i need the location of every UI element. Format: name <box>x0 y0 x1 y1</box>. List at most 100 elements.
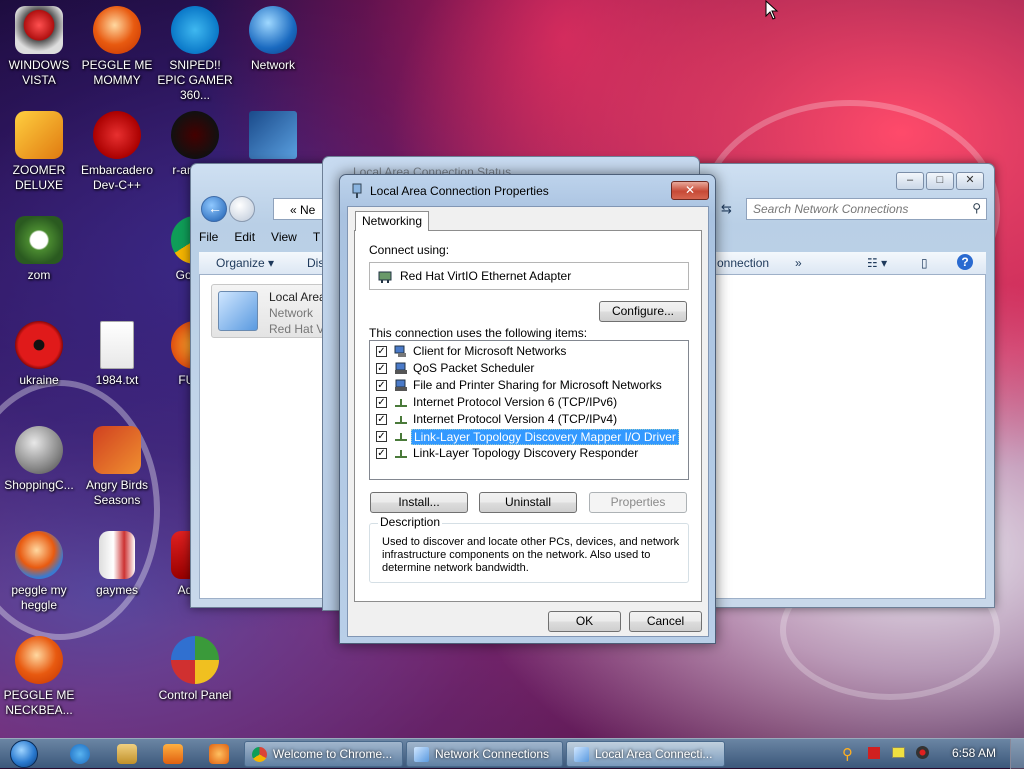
desktop-icon-label: ZOOMER DELUXE <box>12 163 66 192</box>
monitor-tray-icon[interactable] <box>892 747 905 758</box>
desktop-icon-shoppingc[interactable]: ShoppingC... <box>0 426 78 493</box>
flower-icon <box>15 216 63 264</box>
maximize-button[interactable]: □ <box>926 172 954 190</box>
organize-button[interactable]: Organize ▾ <box>216 256 274 270</box>
network-service-icon <box>394 379 408 392</box>
desktop-icon-peggle-me-neckbea[interactable]: PEGGLE ME NECKBEA... <box>0 636 78 718</box>
item-checkbox[interactable]: ✓ <box>376 414 387 425</box>
desktop-icon-peggle-my-heggle[interactable]: peggle my heggle <box>0 531 78 613</box>
desktop-icon-control-panel[interactable]: Control Panel <box>156 636 234 703</box>
configure-button[interactable]: Configure... <box>599 301 687 322</box>
show-desktop-button[interactable] <box>1010 739 1024 769</box>
local-area-connection-item[interactable]: Local Area Network Red Hat Vi <box>211 284 329 338</box>
menu-tools[interactable]: T <box>313 230 320 244</box>
item-checkbox[interactable]: ✓ <box>376 363 387 374</box>
chrome-icon <box>252 747 267 762</box>
network-globe-icon <box>249 6 297 54</box>
uninstall-button[interactable]: Uninstall <box>479 492 577 513</box>
desktop-icon-label: SNIPED!! EPIC GAMER 360... <box>157 58 233 102</box>
text-file-icon <box>100 321 134 369</box>
address-text: « Ne <box>290 203 316 217</box>
start-button[interactable] <box>4 739 44 769</box>
system-tray: ⚲ 6:58 AM <box>824 739 1024 769</box>
file-explorer-icon[interactable] <box>117 744 137 764</box>
desktop-icon-sniped[interactable]: SNIPED!! EPIC GAMER 360... <box>156 6 234 103</box>
folder-icon <box>99 531 135 579</box>
peggle-icon <box>15 636 63 684</box>
tab-networking[interactable]: Networking <box>355 211 430 231</box>
forward-button[interactable] <box>229 196 255 222</box>
task-label: Network Connections <box>435 747 550 761</box>
desktop-icon-angry-birds[interactable]: Angry Birds Seasons <box>78 426 156 508</box>
desktop-icon-dev-cpp[interactable]: Embarcadero Dev-C++ <box>78 111 156 193</box>
dialog-title: Local Area Connection Properties <box>370 184 549 198</box>
connection-button[interactable]: onnection <box>717 256 769 270</box>
view-options-icon[interactable]: ☷ ▾ <box>867 256 887 270</box>
refresh-icon[interactable]: ⇆ <box>721 201 732 217</box>
network-connection-icon <box>574 747 589 762</box>
desktop-icon-label: peggle my heggle <box>11 583 67 612</box>
item-checkbox[interactable]: ✓ <box>376 380 387 391</box>
item-checkbox[interactable]: ✓ <box>376 448 387 459</box>
desktop-icon-zoomer-deluxe[interactable]: ZOOMER DELUXE <box>0 111 78 193</box>
list-item[interactable]: ✓ Link-Layer Topology Discovery Responde… <box>370 445 688 462</box>
list-item[interactable]: ✓ QoS Packet Scheduler <box>370 360 688 377</box>
app-launcher-icon[interactable] <box>209 744 229 764</box>
more-commands-button[interactable]: » <box>795 256 802 270</box>
desktop-icon-peggle-me-mommy[interactable]: PEGGLE ME MOMMY <box>78 6 156 88</box>
networking-tab-panel: Connect using: Red Hat VirtIO Ethernet A… <box>354 230 702 602</box>
local-area-connection-properties-dialog[interactable]: Local Area Connection Properties ✕ Netwo… <box>339 174 716 644</box>
help-icon[interactable]: ? <box>957 254 973 270</box>
item-checkbox[interactable]: ✓ <box>376 431 387 442</box>
cancel-button[interactable]: Cancel <box>629 611 702 632</box>
desktop-icon-label: ukraine <box>19 373 59 387</box>
game-icon <box>171 111 219 159</box>
flag-icon[interactable] <box>868 747 880 759</box>
taskbar-chrome[interactable]: Welcome to Chrome... <box>244 741 403 767</box>
volume-icon[interactable] <box>916 746 929 759</box>
internet-explorer-icon[interactable] <box>70 744 90 764</box>
connection-device: Red Hat Vi <box>269 322 327 336</box>
monitor-icon <box>249 111 297 159</box>
desktop-icon-zom[interactable]: zom <box>0 216 78 283</box>
clock[interactable]: 6:58 AM <box>952 746 996 760</box>
desktop-icon-gaymes[interactable]: gaymes <box>78 531 156 598</box>
menu-file[interactable]: File <box>199 230 218 244</box>
item-checkbox[interactable]: ✓ <box>376 397 387 408</box>
list-item[interactable]: ✓ Link-Layer Topology Discovery Mapper I… <box>370 428 688 445</box>
preview-pane-icon[interactable]: ▯ <box>921 256 928 270</box>
ok-button[interactable]: OK <box>548 611 621 632</box>
properties-button[interactable]: Properties <box>589 492 687 513</box>
list-item[interactable]: ✓ Client for Microsoft Networks <box>370 343 688 360</box>
search-tray-icon[interactable]: ⚲ <box>842 745 853 763</box>
connection-items-list[interactable]: ✓ Client for Microsoft Networks ✓ QoS Pa… <box>369 340 689 480</box>
menu-edit[interactable]: Edit <box>234 230 255 244</box>
dialog-close-button[interactable]: ✕ <box>671 181 709 200</box>
item-label: Internet Protocol Version 6 (TCP/IPv6) <box>413 395 618 409</box>
desktop-icon-monitor[interactable] <box>234 111 312 163</box>
task-label: Local Area Connecti... <box>595 747 713 761</box>
desktop-icon-ukraine[interactable]: ukraine <box>0 321 78 388</box>
search-input[interactable]: Search Network Connections ⚲ <box>746 198 987 220</box>
back-button[interactable]: ← <box>201 196 227 222</box>
desktop-icon-1984-txt[interactable]: 1984.txt <box>78 321 156 388</box>
item-checkbox[interactable]: ✓ <box>376 346 387 357</box>
desktop-icon-network[interactable]: Network <box>234 6 312 73</box>
list-item[interactable]: ✓ Internet Protocol Version 4 (TCP/IPv4) <box>370 411 688 428</box>
minimize-button[interactable]: – <box>896 172 924 190</box>
taskbar-network-connections[interactable]: Network Connections <box>406 741 563 767</box>
item-label: Client for Microsoft Networks <box>413 344 567 358</box>
install-button[interactable]: Install... <box>370 492 468 513</box>
taskbar-local-area-connection[interactable]: Local Area Connecti... <box>566 741 725 767</box>
list-item[interactable]: ✓ File and Printer Sharing for Microsoft… <box>370 377 688 394</box>
desktop-icon-windows-vista[interactable]: WINDOWS VISTA <box>0 6 78 88</box>
media-player-icon[interactable] <box>163 744 183 764</box>
list-item[interactable]: ✓ Internet Protocol Version 6 (TCP/IPv6) <box>370 394 688 411</box>
network-connections-icon <box>414 747 429 762</box>
connection-name: Local Area <box>269 290 326 304</box>
devcpp-icon <box>93 111 141 159</box>
menu-view[interactable]: View <box>271 230 297 244</box>
close-button[interactable]: ✕ <box>956 172 984 190</box>
menu-bar: File Edit View T <box>199 230 320 244</box>
vista-icon <box>15 6 63 54</box>
